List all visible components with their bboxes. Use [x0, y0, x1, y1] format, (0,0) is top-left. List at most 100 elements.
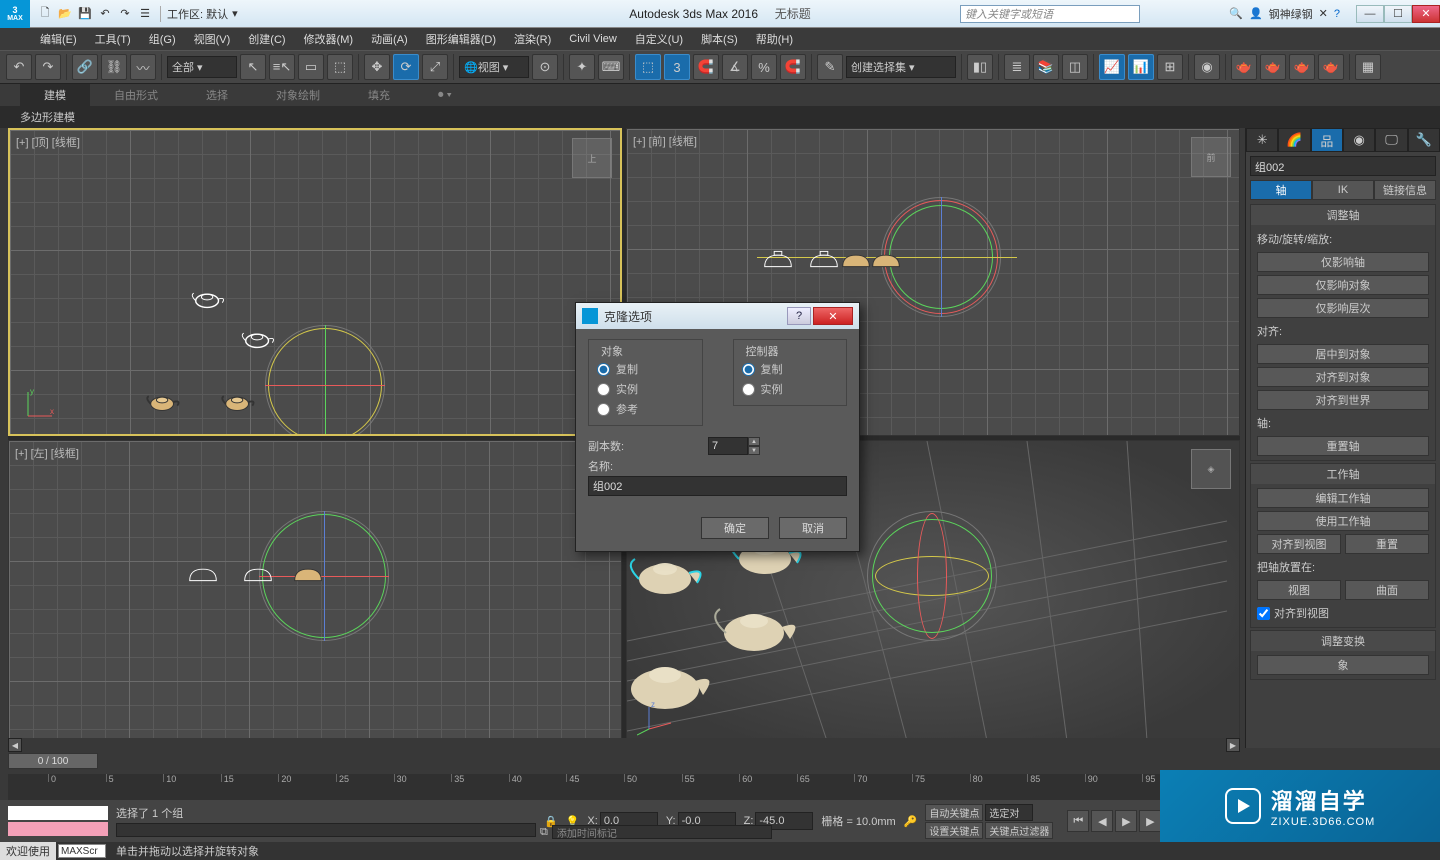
- snap-3d-icon[interactable]: 3: [664, 54, 690, 80]
- play-icon[interactable]: ▶: [1115, 810, 1137, 832]
- tab-populate[interactable]: 填充: [344, 84, 414, 106]
- keyboard-icon[interactable]: ⌨: [598, 54, 624, 80]
- prev-frame-icon[interactable]: ◀: [1091, 810, 1113, 832]
- status-input[interactable]: [116, 823, 536, 837]
- menu-group[interactable]: 组(G): [149, 31, 176, 47]
- dialog-titlebar[interactable]: 克隆选项 ? ✕: [576, 303, 859, 329]
- menu-create[interactable]: 创建(C): [248, 31, 285, 47]
- place-surface-button[interactable]: 曲面: [1345, 580, 1429, 600]
- menu-customize[interactable]: 自定义(U): [635, 31, 683, 47]
- key-selected[interactable]: 选定对: [985, 804, 1033, 821]
- time-slider[interactable]: 0 / 100: [8, 752, 1240, 770]
- rollup-header[interactable]: 调整轴: [1251, 205, 1435, 225]
- object-name-field[interactable]: 组002: [1250, 156, 1436, 176]
- help-search-input[interactable]: 键入关键字或短语: [960, 5, 1140, 23]
- maxscript-listener[interactable]: MAXScr: [58, 844, 106, 858]
- viewcube-icon[interactable]: 前: [1191, 137, 1231, 177]
- ribbon-panel[interactable]: 多边形建模: [0, 106, 1440, 128]
- infocenter-icon[interactable]: 🔍: [1229, 7, 1243, 20]
- rollup-header[interactable]: 调整变换: [1251, 631, 1435, 651]
- project-icon[interactable]: ☰: [136, 5, 154, 23]
- close-button[interactable]: ✕: [1412, 5, 1440, 23]
- keyfilter-button[interactable]: 关键点过滤器: [985, 822, 1053, 839]
- clone-instance-radio[interactable]: 实例: [597, 379, 694, 399]
- dope-sheet-icon[interactable]: 📊: [1128, 54, 1154, 80]
- viewport-left[interactable]: [+] [左] [线框]: [8, 440, 622, 748]
- copies-spinner[interactable]: ▲▼: [708, 437, 760, 455]
- motion-tab-icon[interactable]: ◉: [1343, 128, 1375, 152]
- move-icon[interactable]: ✥: [364, 54, 390, 80]
- use-working-pivot-button[interactable]: 使用工作轴: [1257, 511, 1429, 531]
- center-to-object-button[interactable]: 居中到对象: [1257, 344, 1429, 364]
- scale-icon[interactable]: ⤢: [422, 54, 448, 80]
- ik-button[interactable]: IK: [1312, 180, 1374, 200]
- tab-modeling[interactable]: 建模: [20, 84, 90, 106]
- render-frame-icon[interactable]: 🫖: [1260, 54, 1286, 80]
- time-slider-knob[interactable]: 0 / 100: [8, 753, 98, 769]
- rotate-icon[interactable]: ⟳: [393, 54, 419, 80]
- maximize-button[interactable]: ☐: [1384, 5, 1412, 23]
- snap-2d-icon[interactable]: ⬚: [635, 54, 661, 80]
- render-icon[interactable]: 🫖: [1289, 54, 1315, 80]
- user-name[interactable]: 钢神绿钢: [1269, 6, 1313, 22]
- render-setup-icon[interactable]: 🫖: [1231, 54, 1257, 80]
- menu-civil[interactable]: Civil View: [569, 33, 616, 45]
- menu-script[interactable]: 脚本(S): [701, 31, 738, 47]
- rollup-header[interactable]: 工作轴: [1251, 464, 1435, 484]
- spinner-up-icon[interactable]: ▲: [748, 437, 760, 446]
- affect-pivot-button[interactable]: 仅影响轴: [1257, 252, 1429, 272]
- xform-button[interactable]: 象: [1257, 655, 1429, 675]
- ribbon-pin-icon[interactable]: ⏺ ▾: [414, 84, 476, 106]
- viewcube-icon[interactable]: ◈: [1191, 449, 1231, 489]
- select-region-icon[interactable]: ▭: [298, 54, 324, 80]
- undo-button[interactable]: ↶: [6, 54, 32, 80]
- select-name-icon[interactable]: ≡↖: [269, 54, 295, 80]
- material-editor-icon[interactable]: ◉: [1194, 54, 1220, 80]
- key-icon[interactable]: 🔑: [904, 815, 918, 828]
- viewcube-icon[interactable]: 上: [572, 138, 612, 178]
- open-icon[interactable]: 📂: [56, 5, 74, 23]
- menu-modifiers[interactable]: 修改器(M): [304, 31, 354, 47]
- select-icon[interactable]: ↖: [240, 54, 266, 80]
- align-to-view-checkbox[interactable]: [1257, 607, 1270, 620]
- schematic-icon[interactable]: ⊞: [1157, 54, 1183, 80]
- viewport-top[interactable]: [+] [顶] [线框] 上 yx: [8, 128, 622, 436]
- spinner-down-icon[interactable]: ▼: [748, 446, 760, 455]
- status-color-swatch[interactable]: [8, 822, 108, 836]
- selection-filter[interactable]: 全部 ▾: [167, 56, 237, 78]
- help-icon[interactable]: ?: [1334, 8, 1340, 20]
- named-selection-sets[interactable]: 创建选择集 ▾: [846, 56, 956, 78]
- utilities-tab-icon[interactable]: 🔧: [1408, 128, 1440, 152]
- reset-pivot-button[interactable]: 重置轴: [1257, 436, 1429, 456]
- use-center-icon[interactable]: ⊙: [532, 54, 558, 80]
- named-sets-edit-icon[interactable]: ✎: [817, 54, 843, 80]
- ref-coord-system[interactable]: 🌐 视图 ▾: [459, 56, 529, 78]
- redo-button[interactable]: ↷: [35, 54, 61, 80]
- mirror-icon[interactable]: ▮▯: [967, 54, 993, 80]
- align-to-world-button[interactable]: 对齐到世界: [1257, 390, 1429, 410]
- angle-snap-icon[interactable]: 🧲: [693, 54, 719, 80]
- setkey-button[interactable]: 设置关键点: [925, 822, 983, 839]
- unlink-icon[interactable]: ⛓: [101, 54, 127, 80]
- menu-animation[interactable]: 动画(A): [371, 31, 408, 47]
- undo-icon[interactable]: ↶: [96, 5, 114, 23]
- layer-explorer-icon[interactable]: ◫: [1062, 54, 1088, 80]
- autokey-button[interactable]: 自动关键点: [925, 804, 983, 821]
- tab-selection[interactable]: 选择: [182, 84, 252, 106]
- layers-icon[interactable]: 📚: [1033, 54, 1059, 80]
- viewport-front-label[interactable]: [+] [前] [线框]: [633, 133, 697, 149]
- clone-copy-radio[interactable]: 复制: [597, 359, 694, 379]
- edit-working-pivot-button[interactable]: 编辑工作轴: [1257, 488, 1429, 508]
- dialog-help-button[interactable]: ?: [787, 307, 811, 325]
- affect-hierarchy-button[interactable]: 仅影响层次: [1257, 298, 1429, 318]
- menu-help[interactable]: 帮助(H): [756, 31, 793, 47]
- viewport-left-label[interactable]: [+] [左] [线框]: [15, 445, 79, 461]
- redo-icon[interactable]: ↷: [116, 5, 134, 23]
- signin-icon[interactable]: 👤: [1249, 7, 1263, 20]
- add-time-tag[interactable]: 添加时间标记: [552, 825, 772, 839]
- workspace-selector[interactable]: 工作区: 默认▾: [160, 6, 244, 22]
- tab-paint[interactable]: 对象绘制: [252, 84, 344, 106]
- align-icon[interactable]: ≣: [1004, 54, 1030, 80]
- next-frame-icon[interactable]: ▶: [1139, 810, 1161, 832]
- curve-editor-icon[interactable]: 📈: [1099, 54, 1125, 80]
